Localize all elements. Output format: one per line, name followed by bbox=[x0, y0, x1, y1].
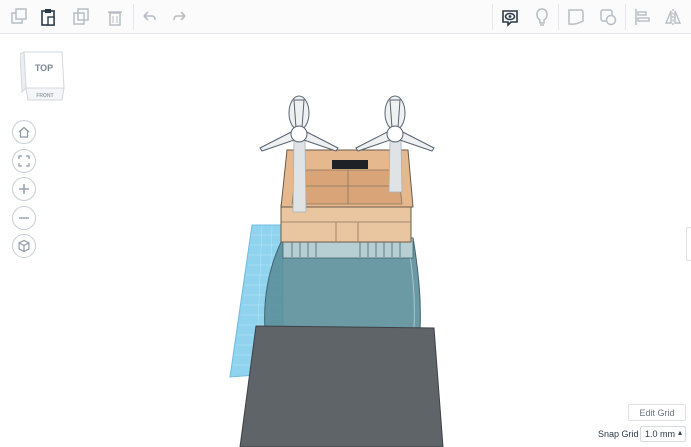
zoom-out-button[interactable] bbox=[12, 206, 36, 230]
cube-icon bbox=[18, 239, 30, 253]
redo-icon[interactable] bbox=[165, 2, 195, 32]
front-dark-block[interactable] bbox=[239, 325, 444, 447]
view-cube-front-label: FRONT bbox=[36, 93, 53, 99]
edit-grid-button[interactable]: Edit Grid bbox=[628, 404, 686, 421]
copy-icon[interactable] bbox=[4, 2, 34, 32]
side-panel-handle[interactable] bbox=[686, 227, 691, 261]
home-icon bbox=[18, 126, 30, 138]
snap-grid-value: 1.0 mm bbox=[645, 429, 676, 439]
shape-icon[interactable] bbox=[561, 2, 591, 32]
plus-icon bbox=[19, 184, 29, 194]
caret-updown-icon: ▴ bbox=[677, 428, 682, 437]
snap-grid-label: Snap Grid bbox=[598, 429, 639, 439]
delete-icon[interactable] bbox=[100, 2, 130, 32]
mirror-icon[interactable] bbox=[658, 2, 688, 32]
note-icon[interactable] bbox=[527, 2, 557, 32]
dark-panel[interactable] bbox=[332, 160, 368, 169]
show-all-icon[interactable] bbox=[495, 2, 525, 32]
snap-grid-select[interactable]: 1.0 mm ▴ bbox=[640, 426, 686, 442]
minus-icon bbox=[19, 217, 29, 219]
toolbar-divider bbox=[492, 4, 493, 30]
duplicate-icon[interactable] bbox=[66, 2, 96, 32]
workplane-canvas[interactable] bbox=[0, 35, 691, 447]
fit-all-button[interactable] bbox=[12, 149, 36, 173]
view-cube[interactable]: TOP FRONT bbox=[20, 48, 68, 104]
zoom-in-button[interactable] bbox=[12, 177, 36, 201]
view-cube-top-label: TOP bbox=[35, 63, 53, 73]
toolbar-divider bbox=[558, 4, 559, 30]
align-icon[interactable] bbox=[627, 2, 657, 32]
fit-view-icon bbox=[18, 155, 30, 167]
perspective-view-button[interactable] bbox=[12, 234, 36, 258]
home-view-button[interactable] bbox=[12, 120, 36, 144]
toolbar-divider bbox=[625, 4, 626, 30]
paste-icon[interactable] bbox=[33, 2, 63, 32]
box-interior bbox=[291, 169, 403, 205]
undo-icon[interactable] bbox=[134, 2, 164, 32]
group-icon[interactable] bbox=[593, 2, 623, 32]
toolbar bbox=[0, 0, 691, 34]
